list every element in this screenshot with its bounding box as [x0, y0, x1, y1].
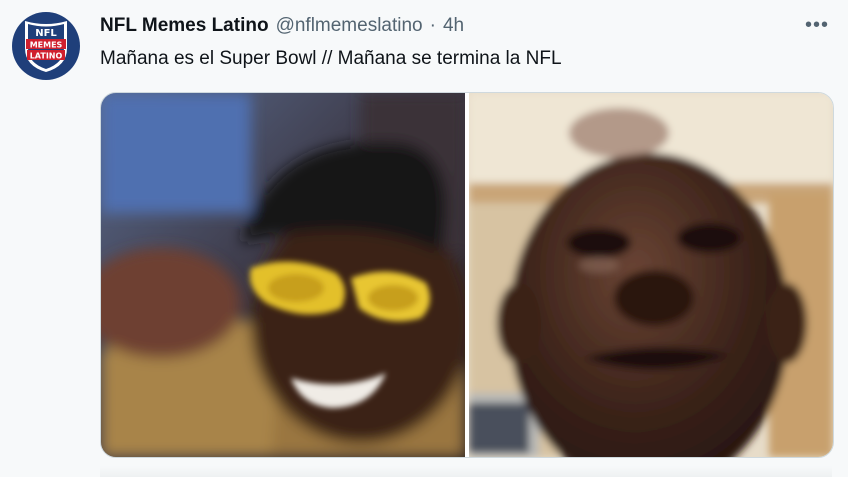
- tweet-header: NFL Memes Latino @nflmemeslatino · 4h: [100, 15, 464, 37]
- svg-text:MEMES: MEMES: [30, 41, 63, 50]
- media-grid[interactable]: [100, 92, 834, 458]
- timestamp[interactable]: 4h: [443, 15, 464, 37]
- crying-meme-image[interactable]: [469, 93, 833, 457]
- user-handle[interactable]: @nflmemeslatino: [276, 15, 423, 37]
- more-horizontal-icon: •••: [804, 13, 829, 36]
- tweet-text: Mañana es el Super Bowl // Mañana se ter…: [100, 48, 562, 69]
- more-options-button[interactable]: •••: [802, 10, 832, 40]
- avatar[interactable]: NFL MEMES LATINO: [12, 12, 80, 80]
- display-name[interactable]: NFL Memes Latino: [100, 15, 269, 37]
- svg-text:LATINO: LATINO: [30, 52, 63, 61]
- nfl-memes-latino-logo: NFL MEMES LATINO: [25, 21, 67, 72]
- happy-meme-image[interactable]: [101, 93, 465, 457]
- tweet-card[interactable]: NFL MEMES LATINO NFL Memes Latino @nflme…: [0, 0, 848, 477]
- next-row-cutoff: [100, 466, 832, 477]
- separator-dot: ·: [429, 15, 436, 36]
- svg-text:NFL: NFL: [35, 28, 57, 39]
